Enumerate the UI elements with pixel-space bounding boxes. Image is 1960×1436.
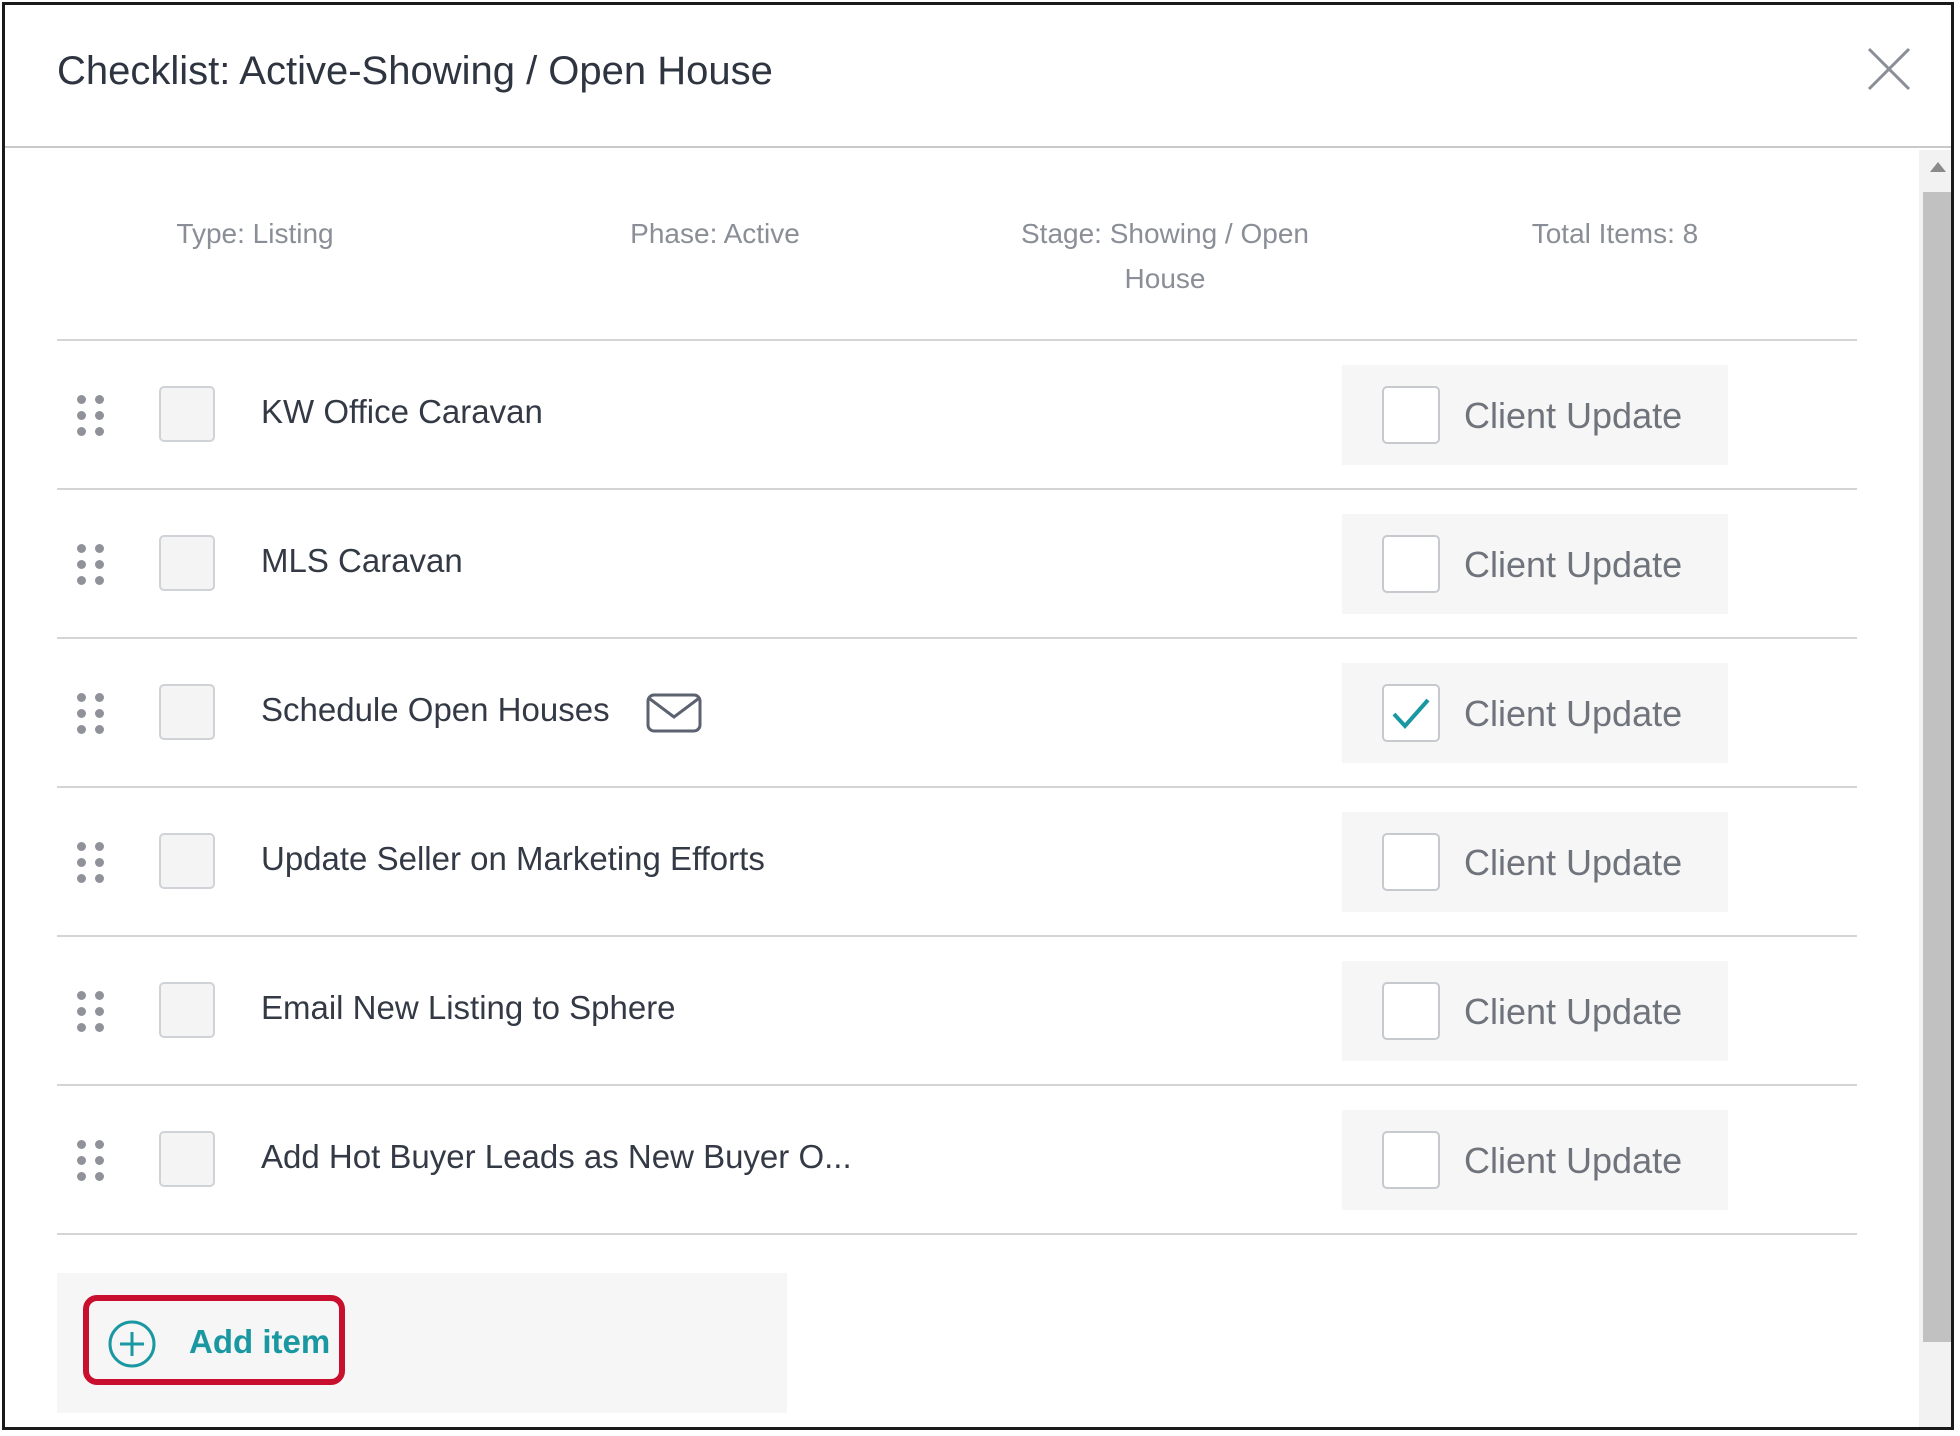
drag-dot <box>77 1023 86 1032</box>
drag-handle-icon[interactable] <box>77 395 105 437</box>
drag-dot <box>95 858 104 867</box>
client-update-checkbox[interactable] <box>1382 982 1440 1040</box>
drag-dot <box>77 693 86 702</box>
list-item: Add Hot Buyer Leads as New Buyer O... Cli… <box>57 1086 1857 1235</box>
task-complete-checkbox[interactable] <box>159 684 215 740</box>
drag-dot <box>77 874 86 883</box>
drag-handle-icon[interactable] <box>77 693 105 735</box>
drag-dot <box>77 1007 86 1016</box>
drag-dot <box>77 1156 86 1165</box>
drag-dot <box>77 858 86 867</box>
client-update-label: Client Update <box>1464 544 1683 585</box>
drag-dot <box>95 395 104 404</box>
drag-dot <box>77 560 86 569</box>
drag-dot <box>77 1140 86 1149</box>
add-item-label: Add item <box>189 1323 331 1360</box>
scrollbar-thumb[interactable] <box>1923 192 1951 1342</box>
task-label[interactable]: MLS Caravan <box>261 542 463 580</box>
task-label[interactable]: Schedule Open Houses <box>261 691 610 729</box>
list-item: KW Office Caravan Client Update <box>57 341 1857 490</box>
meta-phase: Phase: Active <box>630 218 800 249</box>
drag-dot <box>77 991 86 1000</box>
list-item: Email New Listing to Sphere Client Update <box>57 937 1857 1086</box>
client-update-checkbox[interactable] <box>1382 386 1440 444</box>
drag-dot <box>77 725 86 734</box>
drag-dot <box>77 709 86 718</box>
drag-dot <box>77 842 86 851</box>
drag-dot <box>95 991 104 1000</box>
drag-dot <box>95 427 104 436</box>
meta-stage: Stage: Showing / Open House <box>1021 218 1309 294</box>
drag-dot <box>95 1172 104 1181</box>
plus-circle-icon <box>108 1320 156 1368</box>
client-update-label: Client Update <box>1464 1140 1683 1181</box>
drag-dot <box>77 576 86 585</box>
add-item-area: Add item <box>57 1273 787 1413</box>
client-update-label: Client Update <box>1464 842 1683 883</box>
meta-total-items: Total Items: 8 <box>1531 218 1699 249</box>
drag-dot <box>77 395 86 404</box>
drag-dot <box>95 1023 104 1032</box>
vertical-scrollbar[interactable] <box>1919 150 1951 1427</box>
client-update-checkbox[interactable] <box>1382 684 1440 742</box>
drag-handle-icon[interactable] <box>77 842 105 884</box>
list-item: MLS Caravan Client Update <box>57 490 1857 639</box>
scroll-up-arrow-icon[interactable] <box>1919 150 1951 188</box>
page-title: Checklist: Active-Showing / Open House <box>57 49 773 93</box>
client-update-toggle: Client Update <box>1342 812 1728 912</box>
client-update-checkbox[interactable] <box>1382 1131 1440 1189</box>
drag-dot <box>95 693 104 702</box>
client-update-label: Client Update <box>1464 991 1683 1032</box>
close-icon[interactable] <box>1865 45 1913 93</box>
task-label[interactable]: Update Seller on Marketing Efforts <box>261 840 765 878</box>
task-label[interactable]: KW Office Caravan <box>261 393 543 431</box>
task-label[interactable]: Email New Listing to Sphere <box>261 989 676 1027</box>
drag-dot <box>95 1140 104 1149</box>
list-item: Update Seller on Marketing Efforts Client… <box>57 788 1857 937</box>
modal-header: Checklist: Active-Showing / Open House <box>5 5 1951 148</box>
client-update-toggle: Client Update <box>1342 514 1728 614</box>
checkmark-icon <box>1392 698 1430 729</box>
task-complete-checkbox[interactable] <box>159 386 215 442</box>
task-complete-checkbox[interactable] <box>159 535 215 591</box>
list-item: Schedule Open Houses Client Update <box>57 639 1857 788</box>
task-label[interactable]: Add Hot Buyer Leads as New Buyer O... <box>261 1138 852 1176</box>
add-item-button[interactable]: Add item <box>83 1295 345 1385</box>
drag-dot <box>77 411 86 420</box>
mail-icon[interactable] <box>646 693 702 733</box>
client-update-checkbox[interactable] <box>1382 535 1440 593</box>
drag-dot <box>77 544 86 553</box>
client-update-checkbox[interactable] <box>1382 833 1440 891</box>
drag-handle-icon[interactable] <box>77 1140 105 1182</box>
drag-dot <box>95 842 104 851</box>
client-update-label: Client Update <box>1464 693 1683 734</box>
task-complete-checkbox[interactable] <box>159 982 215 1038</box>
checklist-items: KW Office Caravan Client Update MLS Carava… <box>57 339 1857 1235</box>
drag-dot <box>95 411 104 420</box>
drag-dot <box>95 1007 104 1016</box>
task-complete-checkbox[interactable] <box>159 833 215 889</box>
drag-handle-icon[interactable] <box>77 991 105 1033</box>
task-complete-checkbox[interactable] <box>159 1131 215 1187</box>
drag-dot <box>95 560 104 569</box>
checklist-modal: Checklist: Active-Showing / Open House T… <box>2 2 1954 1430</box>
client-update-toggle: Client Update <box>1342 961 1728 1061</box>
drag-handle-icon[interactable] <box>77 544 105 586</box>
drag-dot <box>95 874 104 883</box>
drag-dot <box>95 725 104 734</box>
drag-dot <box>77 1172 86 1181</box>
drag-dot <box>95 576 104 585</box>
client-update-toggle: Client Update <box>1342 1110 1728 1210</box>
drag-dot <box>95 1156 104 1165</box>
client-update-toggle: Client Update <box>1342 365 1728 465</box>
client-update-label: Client Update <box>1464 395 1683 436</box>
client-update-toggle: Client Update <box>1342 663 1728 763</box>
drag-dot <box>95 709 104 718</box>
drag-dot <box>77 427 86 436</box>
meta-type: Type: Listing <box>176 218 334 249</box>
drag-dot <box>95 544 104 553</box>
